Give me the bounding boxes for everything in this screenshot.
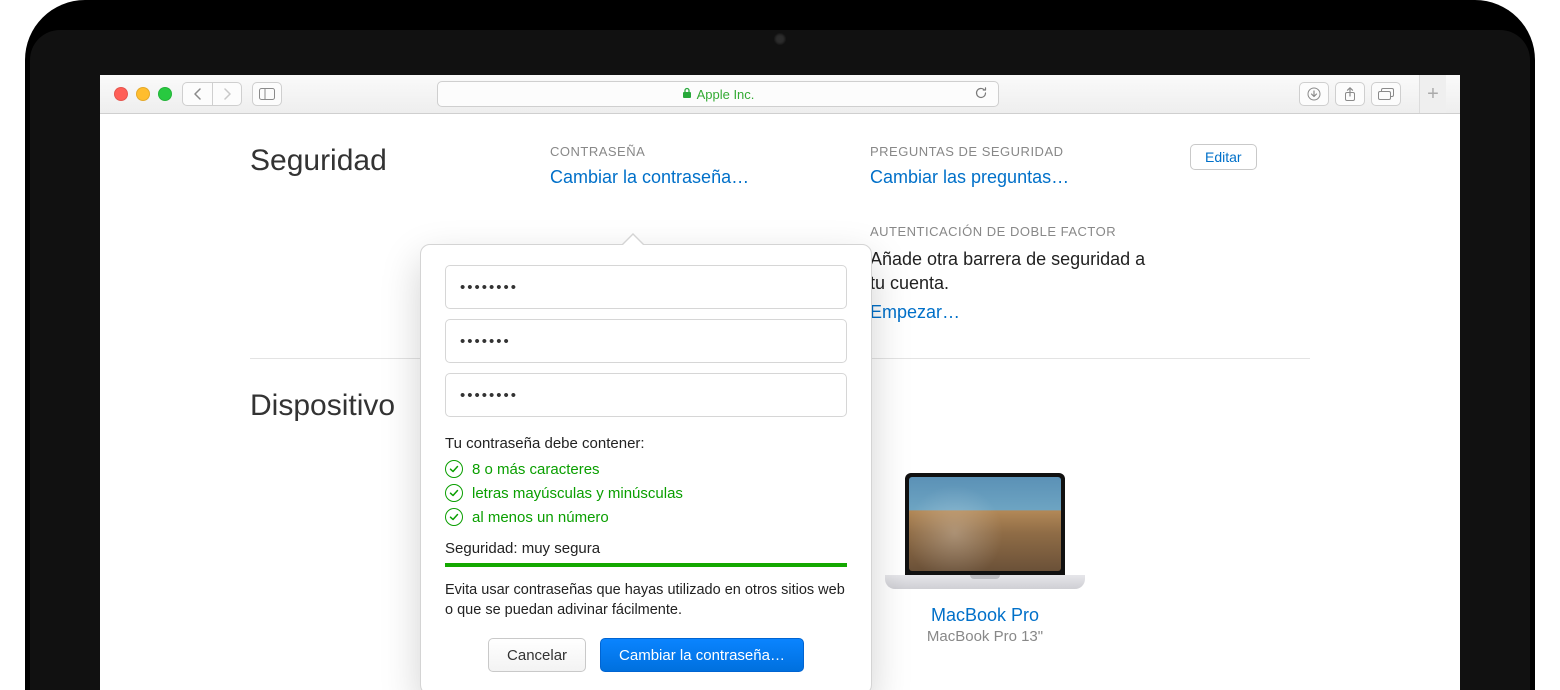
edit-button[interactable]: Editar (1190, 144, 1257, 170)
security-questions-label: PREGUNTAS DE SEGURIDAD (870, 144, 1150, 159)
rule-length: 8 o más caracteres (445, 460, 847, 478)
change-password-link[interactable]: Cambiar la contraseña… (550, 167, 749, 187)
page-content: Seguridad CONTRASEÑA Cambiar la contrase… (100, 114, 1460, 690)
stage: Apple Inc. + Seguridad CONTRASEÑA (0, 0, 1560, 690)
forward-button[interactable] (212, 82, 242, 106)
minimize-icon[interactable] (136, 87, 150, 101)
lock-icon (682, 87, 692, 102)
share-button[interactable] (1335, 82, 1365, 106)
rule-case: letras mayúsculas y minúsculas (445, 484, 847, 502)
rule-number: al menos un número (445, 508, 847, 526)
strength-bar (445, 563, 847, 567)
downloads-button[interactable] (1299, 82, 1329, 106)
confirm-password-input[interactable] (445, 373, 847, 417)
device-name: MacBook Pro (870, 605, 1100, 626)
security-title: Seguridad (250, 144, 510, 178)
rule-number-text: al menos un número (472, 509, 609, 526)
macbook-icon (885, 473, 1085, 593)
back-button[interactable] (182, 82, 212, 106)
cancel-button[interactable]: Cancelar (488, 638, 586, 672)
safari-toolbar: Apple Inc. + (100, 75, 1460, 114)
camera-icon (774, 33, 786, 45)
twofa-start-link[interactable]: Empezar… (870, 302, 960, 322)
reload-icon[interactable] (974, 86, 988, 103)
check-icon (445, 484, 463, 502)
twofa-label: AUTENTICACIÓN DE DOBLE FACTOR (870, 224, 1150, 239)
submit-button[interactable]: Cambiar la contraseña… (600, 638, 804, 672)
sidebar-button[interactable] (252, 82, 282, 106)
rule-case-text: letras mayúsculas y minúsculas (472, 485, 683, 502)
check-icon (445, 460, 463, 478)
address-bar[interactable]: Apple Inc. (437, 81, 999, 107)
window-controls (114, 87, 172, 101)
password-rules-heading: Tu contraseña debe contener: (445, 435, 847, 452)
screen: Apple Inc. + Seguridad CONTRASEÑA (100, 75, 1460, 690)
new-password-input[interactable] (445, 319, 847, 363)
maximize-icon[interactable] (158, 87, 172, 101)
password-label: CONTRASEÑA (550, 144, 830, 159)
url-text: Apple Inc. (697, 87, 755, 102)
close-icon[interactable] (114, 87, 128, 101)
toolbar-right (1299, 82, 1401, 106)
change-password-popover: Tu contraseña debe contener: 8 o más car… (420, 244, 872, 690)
new-tab-button[interactable]: + (1419, 75, 1446, 113)
current-password-input[interactable] (445, 265, 847, 309)
device-card[interactable]: MacBook Pro MacBook Pro 13" (870, 463, 1100, 645)
twofa-desc: Añade otra barrera de seguridad a tu cue… (870, 247, 1150, 296)
popover-actions: Cancelar Cambiar la contraseña… (445, 638, 847, 672)
check-icon (445, 508, 463, 526)
tabs-button[interactable] (1371, 82, 1401, 106)
strength-label: Seguridad: muy segura (445, 540, 847, 557)
nav-buttons (182, 82, 242, 106)
change-questions-link[interactable]: Cambiar las preguntas… (870, 167, 1069, 187)
device-sub: MacBook Pro 13" (870, 628, 1100, 645)
rule-length-text: 8 o más caracteres (472, 461, 600, 478)
password-advice: Evita usar contraseñas que hayas utiliza… (445, 581, 847, 620)
